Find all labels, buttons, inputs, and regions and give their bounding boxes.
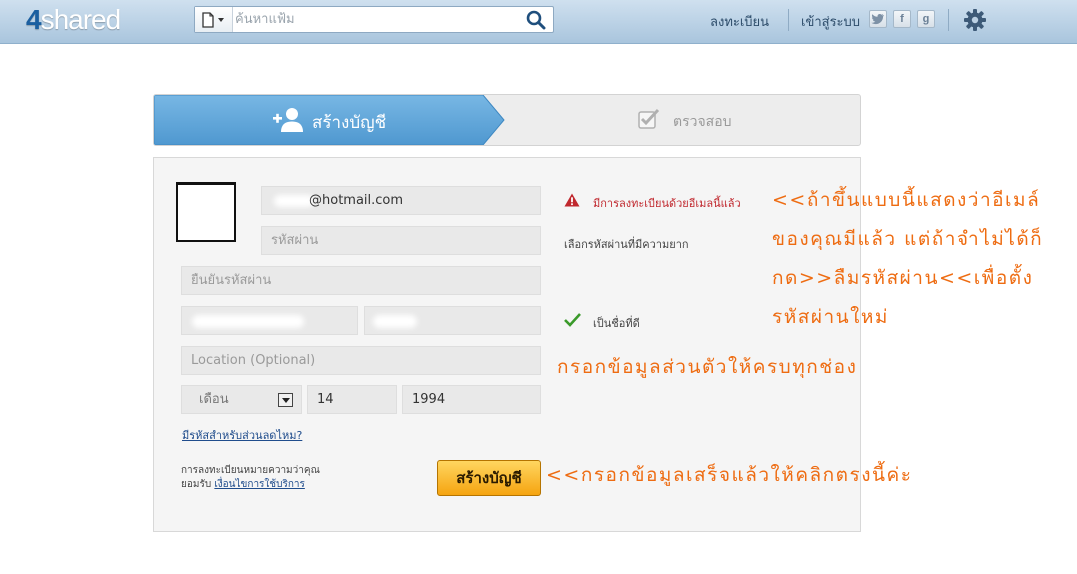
check-icon [564,313,581,327]
settings-button[interactable] [963,8,987,36]
annotation-fill-info: กรอกข้อมูลส่วนตัวให้ครบทุกช่อง [557,356,858,378]
search-button[interactable] [525,10,547,30]
name-ok-message: เป็นชื่อที่ดี [593,317,640,330]
email-field[interactable]: @hotmail.com [261,186,541,215]
create-account-button[interactable]: สร้างบัญชี [437,460,541,496]
confirm-password-field[interactable]: ยืนยันรหัสผ่าน [181,266,541,295]
divider [948,9,949,31]
checkbox-icon [638,108,660,129]
divider [788,9,789,31]
register-link[interactable]: ลงทะเบียน [710,11,769,32]
email-error-message: มีการลงทะเบียนด้วยอีเมลนี้แล้ว [593,197,741,210]
annotation-existing-email: <<ถ้าขึ้นแบบนี้แสดงว่าอีเมล์ของคุณมีแล้ว… [772,189,1044,328]
last-name-field[interactable] [364,306,541,335]
file-icon [202,12,224,28]
add-user-icon [273,108,303,132]
warning-icon [564,193,580,207]
logo[interactable]: 4shared [26,4,121,36]
annotation-click-here: <<กรอกข้อมูลเสร็จแล้วให้คลิกตรงนี้ค่ะ [546,464,913,486]
google-icon[interactable]: g [917,10,935,28]
facebook-icon[interactable]: f [893,10,911,28]
email-value: @hotmail.com [309,193,404,208]
month-select[interactable]: เดือน [181,385,302,414]
terms-text: การลงทะเบียนหมายความว่าคุณยอมรับ เงื่อนไ… [181,465,320,490]
redacted-text [192,315,304,328]
step-create-account-label: สร้างบัญชี [312,113,387,133]
top-bar: 4shared ลงทะเบียน เข้าสู่ระบบ f g [0,0,1077,44]
search-icon [526,10,546,30]
terms-link[interactable]: เงื่อนไขการใช้บริการ [214,479,304,490]
search-input[interactable] [235,9,515,30]
step-verify-label: ตรวจสอบ [673,114,732,130]
year-field[interactable]: 1994 [402,385,541,414]
avatar[interactable] [176,182,236,242]
month-value: เดือน [199,392,229,407]
password-hint: เลือกรหัสผ่านที่มีความยาก [564,238,689,251]
redacted-text [373,315,417,328]
twitter-icon[interactable] [869,10,887,28]
password-field[interactable]: รหัสผ่าน [261,226,541,255]
location-field[interactable]: Location (Optional) [181,346,541,375]
step-create-account: สร้างบัญชี [154,95,506,145]
progress-steps: สร้างบัญชี ตรวจสอบ [153,94,861,146]
login-link[interactable]: เข้าสู่ระบบ [801,11,860,32]
file-type-dropdown[interactable] [195,7,233,32]
redacted-text [274,195,314,207]
gear-icon [964,9,986,31]
day-field[interactable]: 14 [307,385,397,414]
promo-code-link[interactable]: มีรหัสสำหรับส่วนลดไหม? [182,426,302,444]
first-name-field[interactable] [181,306,358,335]
chevron-down-icon [278,393,293,407]
search-box [194,6,554,33]
